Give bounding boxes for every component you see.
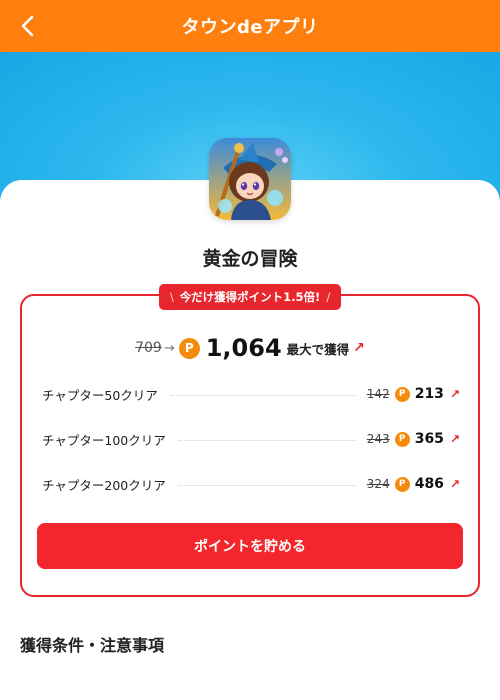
dotted-leader [169,394,355,396]
point-coin-icon: P [394,476,410,492]
app-icon [209,138,291,220]
badge-deco-left: \ [169,290,174,304]
trend-up-icon: ↗ [353,340,365,356]
promo-badge-text: 今だけ獲得ポイント1.5倍! [179,290,321,304]
reward-row: チャプター200クリア 324 P 486 ↗ [42,472,460,496]
reward-old-points: 324 [366,477,390,491]
old-total-points: 709 [135,340,162,356]
save-points-button[interactable]: ポイントを貯める [37,523,463,569]
dotted-leader [177,484,355,486]
badge-deco-right: / [326,290,331,304]
total-points-suffix: 最大で獲得 [286,341,350,357]
reward-row: チャプター100クリア 243 P 365 ↗ [42,427,460,451]
game-character-icon [209,138,291,220]
reward-label: チャプター200クリア [42,477,166,493]
point-coin-icon: P [178,337,200,359]
arrow-right-icon: → [163,340,175,356]
reward-label: チャプター50クリア [42,387,158,403]
total-points-value: 1,064 [205,334,282,362]
point-coin-icon: P [394,431,410,447]
reward-new-points: 213 [414,386,444,402]
app-header: タウンdeアプリ [0,0,500,52]
reward-label: チャプター100クリア [42,432,166,448]
dotted-leader [177,439,355,441]
conditions-title: 獲得条件・注意事項 [20,636,165,655]
reward-new-points: 365 [414,431,444,447]
reward-old-points: 142 [366,387,390,401]
point-coin-icon: P [394,386,410,402]
total-points-row: 709 → P 1,064 最大で獲得 ↗ [0,334,500,362]
app-name: 黄金の冒険 [202,248,298,270]
trend-up-icon: ↗ [449,387,460,401]
header-title: タウンdeアプリ [181,17,319,38]
trend-up-icon: ↗ [449,432,460,446]
back-button[interactable] [12,10,44,42]
trend-up-icon: ↗ [449,477,460,491]
promo-badge: \ 今だけ獲得ポイント1.5倍! / [159,284,341,310]
reward-new-points: 486 [414,476,444,492]
chevron-left-icon [21,15,34,37]
reward-old-points: 243 [366,432,390,446]
reward-row: チャプター50クリア 142 P 213 ↗ [42,382,460,406]
